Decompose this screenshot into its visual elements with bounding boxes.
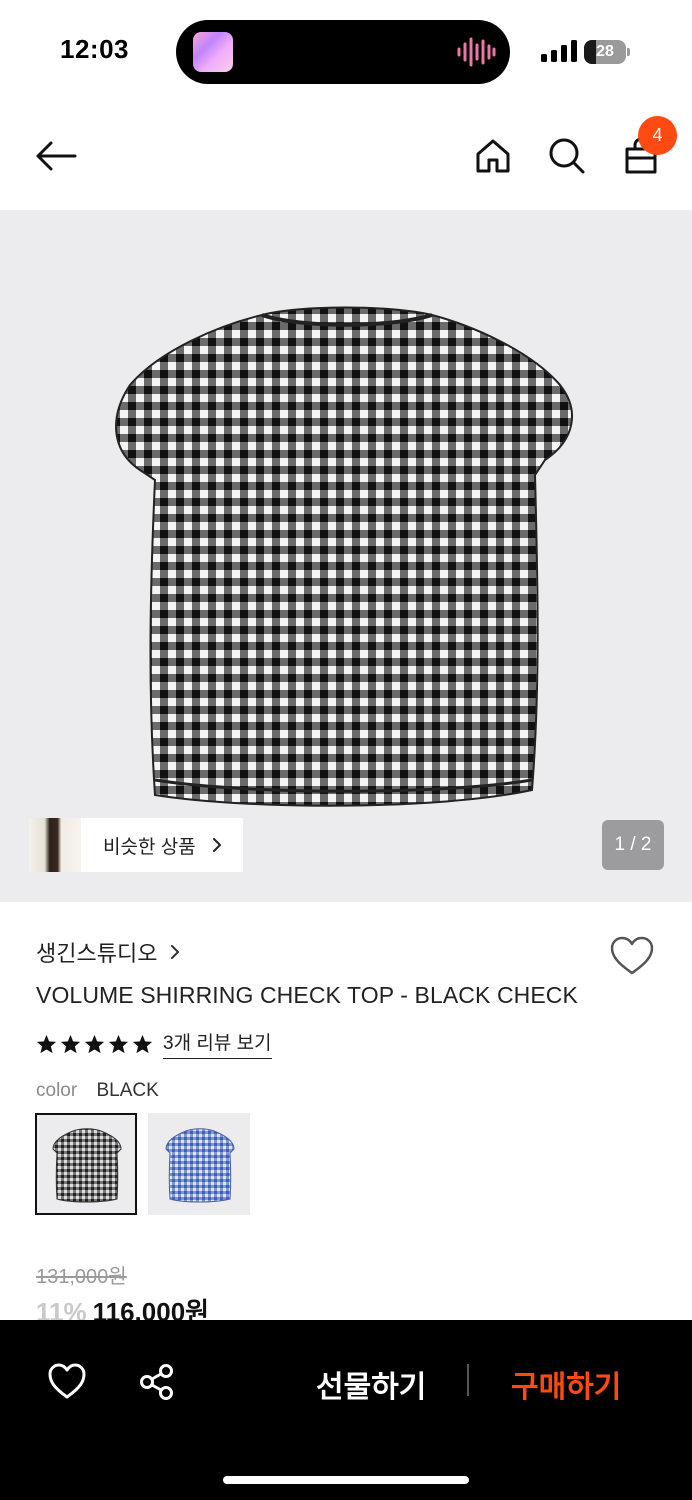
color-swatch-black[interactable] [35, 1113, 137, 1215]
product-photo [115, 306, 573, 807]
home-icon [476, 139, 510, 173]
audio-waveform-icon [457, 37, 496, 67]
color-row: color BLACK [36, 1080, 159, 1102]
brand-name: 생긴스튜디오 [36, 941, 158, 966]
purchase-bar: 선물하기 구매하기 [0, 1320, 692, 1500]
color-swatch-blue[interactable] [148, 1113, 250, 1215]
chevron-right-icon [212, 838, 221, 852]
rating-row: 3개 리뷰 보기 [36, 1028, 272, 1059]
image-pager: 1 / 2 [602, 820, 664, 870]
battery-percent: 28 [596, 43, 614, 60]
gift-button[interactable]: 선물하기 [316, 1362, 426, 1406]
status-time: 12:03 [60, 34, 129, 64]
cellular-signal-icon [541, 40, 577, 62]
back-button[interactable] [34, 134, 78, 178]
cart-count-badge: 4 [638, 116, 677, 155]
home-indicator[interactable] [223, 1476, 469, 1484]
review-link[interactable]: 3개 리뷰 보기 [163, 1028, 272, 1059]
star-icon [36, 1034, 57, 1053]
star-icon [108, 1034, 129, 1053]
product-image-gallery[interactable]: 비슷한 상품 1 / 2 [0, 210, 692, 902]
star-icon [132, 1034, 153, 1053]
dynamic-island[interactable] [176, 20, 510, 84]
heart-icon[interactable] [610, 936, 654, 976]
similar-products-button[interactable]: 비슷한 상품 [29, 818, 243, 872]
original-price: 131,000원 [36, 1266, 127, 1288]
search-icon [549, 138, 585, 174]
star-rating [36, 1034, 153, 1054]
star-icon [84, 1034, 105, 1053]
top-nav [0, 100, 692, 210]
arrow-left-icon [36, 141, 77, 171]
star-icon [60, 1034, 81, 1053]
divider [467, 1364, 469, 1396]
product-title: VOLUME SHIRRING CHECK TOP - BLACK CHECK [36, 982, 578, 1008]
now-playing-artwork [193, 32, 233, 72]
heart-icon[interactable] [47, 1362, 87, 1402]
chevron-right-icon [171, 945, 180, 959]
color-value: BLACK [96, 1080, 159, 1101]
home-button[interactable] [471, 134, 515, 178]
similar-products-label: 비슷한 상품 [103, 836, 196, 858]
status-bar: 12:03 28 [0, 0, 692, 100]
buy-button[interactable]: 구매하기 [511, 1362, 621, 1406]
product-detail-screen: 12:03 28 4 비슷한 상품 1 / 2 생긴스튜디오 VOLUME SH… [0, 0, 692, 1500]
brand-link[interactable]: 생긴스튜디오 [36, 936, 181, 968]
battery-icon: 28 [584, 40, 630, 64]
color-key-label: color [36, 1080, 78, 1101]
similar-product-thumbnail [29, 818, 81, 872]
search-button[interactable] [545, 134, 589, 178]
share-icon[interactable] [137, 1362, 177, 1402]
